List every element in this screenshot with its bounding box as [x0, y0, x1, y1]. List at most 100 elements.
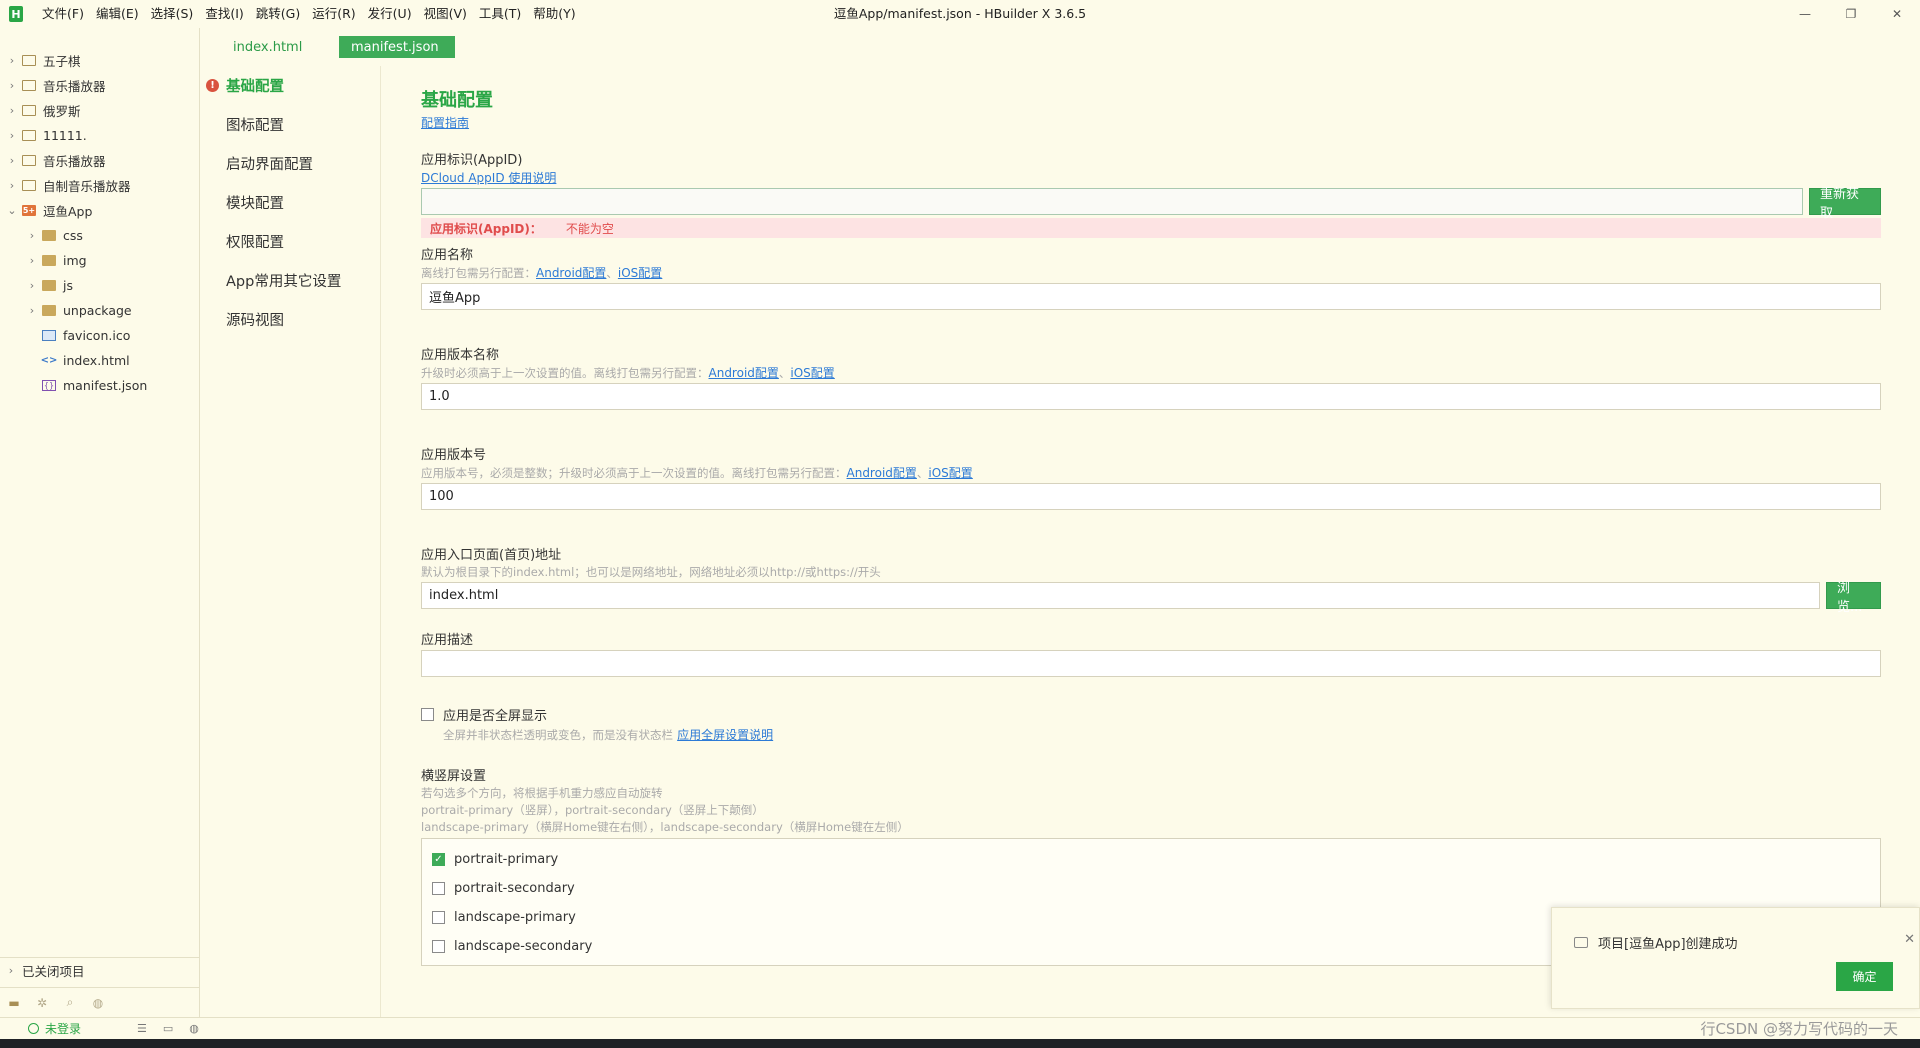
entry-page-input[interactable]: index.html	[421, 582, 1820, 609]
folder-icon	[42, 305, 56, 316]
tab-manifest-json[interactable]: manifest.json	[339, 36, 455, 58]
menu-item[interactable]: 查找(I)	[199, 0, 249, 28]
minimize-button[interactable]: —	[1782, 0, 1828, 28]
tab-index-html[interactable]: index.html	[221, 36, 337, 58]
refresh-appid-button[interactable]: 重新获取	[1809, 187, 1881, 221]
tree-item[interactable]: {} manifest.json	[0, 373, 199, 398]
palette-icon[interactable]: ◍	[90, 996, 106, 1010]
fullscreen-checkbox[interactable]	[421, 708, 434, 721]
terminal-icon[interactable]: ▭	[163, 1022, 173, 1035]
bug-icon[interactable]: ✲	[34, 996, 50, 1010]
nav-splash-config[interactable]: 启动界面配置	[201, 144, 380, 183]
json-file-icon: {}	[42, 380, 56, 391]
palette-icon[interactable]: ◍	[189, 1022, 199, 1035]
orientation-hint-1: 若勾选多个方向，将根据手机重力感应自动旋转	[421, 786, 663, 800]
tree-item[interactable]: › 自制音乐播放器	[0, 173, 199, 198]
config-guide-link[interactable]: 配置指南	[421, 116, 469, 130]
menu-item[interactable]: 选择(S)	[145, 0, 200, 28]
appid-help-link[interactable]: DCloud AppID 使用说明	[421, 171, 556, 185]
project-folder-icon	[22, 180, 36, 191]
appid-input[interactable]	[421, 188, 1803, 215]
nav-basic-config[interactable]: ! 基础配置	[201, 66, 380, 105]
tree-item[interactable]: › 俄罗斯	[0, 98, 199, 123]
orientation-option[interactable]: portrait-secondary	[432, 874, 1880, 903]
option-label: portrait-secondary	[454, 881, 575, 896]
folder-icon	[42, 255, 56, 266]
menu-item[interactable]: 工具(T)	[473, 0, 527, 28]
nav-icon-config[interactable]: 图标配置	[201, 105, 380, 144]
menu-item[interactable]: 运行(R)	[306, 0, 361, 28]
chevron-right-icon: ›	[29, 304, 35, 317]
app-name-input[interactable]: 逗鱼App	[421, 283, 1881, 310]
os-taskbar	[0, 1039, 1920, 1048]
checkbox[interactable]	[432, 940, 445, 953]
version-code-hint: 应用版本号，必须是整数；升级时必须高于上一次设置的值。离线打包需另行配置：	[421, 466, 847, 480]
folder-icon[interactable]: ▬	[6, 996, 22, 1010]
toast-ok-button[interactable]: 确定	[1836, 962, 1893, 991]
tree-item-label: index.html	[63, 353, 130, 368]
closed-projects-label: 已关闭项目	[22, 964, 85, 979]
menu-item[interactable]: 文件(F)	[36, 0, 90, 28]
menu-item[interactable]: 跳转(G)	[250, 0, 306, 28]
app-name-ios-link[interactable]: iOS配置	[618, 266, 662, 280]
tree-item-label: manifest.json	[63, 378, 148, 393]
version-code-input[interactable]: 100	[421, 483, 1881, 510]
tree-item[interactable]: › unpackage	[0, 298, 199, 323]
nav-permission-config[interactable]: 权限配置	[201, 222, 380, 261]
list-icon[interactable]: ☰	[137, 1022, 147, 1035]
menu-item[interactable]: 帮助(Y)	[527, 0, 581, 28]
tree-item-label: unpackage	[63, 303, 132, 318]
tree-item[interactable]: › 11111.	[0, 123, 199, 148]
nav-module-config[interactable]: 模块配置	[201, 183, 380, 222]
error-field-name: 应用标识(AppID)：	[430, 221, 542, 236]
toast-close-icon[interactable]: ✕	[1904, 932, 1915, 947]
tree-item[interactable]: › img	[0, 248, 199, 273]
menu-item[interactable]: 视图(V)	[418, 0, 473, 28]
checkbox[interactable]	[432, 882, 445, 895]
description-input[interactable]	[421, 650, 1881, 677]
tree-item[interactable]: favicon.ico	[0, 323, 199, 348]
nav-source-view[interactable]: 源码视图	[201, 300, 380, 339]
version-code-android-link[interactable]: Android配置	[847, 466, 917, 480]
nav-app-other-settings[interactable]: App常用其它设置	[201, 261, 380, 300]
tree-item[interactable]: › 音乐播放器	[0, 148, 199, 173]
tree-item-label: js	[63, 278, 73, 293]
app-name-android-link[interactable]: Android配置	[536, 266, 606, 280]
html-file-icon: <>	[40, 355, 58, 366]
menu-item[interactable]: 发行(U)	[362, 0, 418, 28]
orientation-option[interactable]: ✓ portrait-primary	[432, 845, 1880, 874]
folder-icon	[42, 280, 56, 291]
version-code-label: 应用版本号	[421, 448, 487, 463]
version-name-ios-link[interactable]: iOS配置	[790, 366, 834, 380]
orientation-hint-3: landscape-primary（横屏Home键在右侧），landscape-…	[421, 820, 909, 834]
fullscreen-help-link[interactable]: 应用全屏设置说明	[677, 728, 773, 742]
tree-item-label: css	[63, 228, 83, 243]
close-button[interactable]: ✕	[1874, 0, 1920, 28]
folder-icon	[42, 230, 56, 241]
version-name-input[interactable]: 1.0	[421, 383, 1881, 410]
menu-item[interactable]: 编辑(E)	[90, 0, 145, 28]
hbuilder-logo-icon: H	[9, 6, 23, 22]
checkbox-checked-icon[interactable]: ✓	[432, 853, 445, 866]
tree-item[interactable]: <> index.html	[0, 348, 199, 373]
notification-toast: 项目[逗鱼App]创建成功 ✕ 确定	[1551, 907, 1920, 1009]
tree-item[interactable]: › css	[0, 223, 199, 248]
tree-item[interactable]: › 音乐播放器	[0, 73, 199, 98]
version-name-android-link[interactable]: Android配置	[709, 366, 779, 380]
tree-item[interactable]: › 五子棋	[0, 48, 199, 73]
tree-item-label: favicon.ico	[63, 328, 131, 343]
search-icon[interactable]: ⌕	[62, 995, 78, 1010]
closed-projects-section[interactable]: › 已关闭项目	[0, 957, 200, 983]
explorer-toolbar: ▬ ✲ ⌕ ◍	[0, 987, 200, 1017]
version-code-ios-link[interactable]: iOS配置	[928, 466, 972, 480]
restore-button[interactable]: ❐	[1828, 0, 1874, 28]
error-message: 不能为空	[565, 221, 614, 236]
description-label: 应用描述	[421, 633, 474, 648]
checkbox[interactable]	[432, 911, 445, 924]
tree-item[interactable]: › js	[0, 273, 199, 298]
window-controls: — ❐ ✕	[1782, 0, 1920, 28]
login-status[interactable]: 未登录	[28, 1020, 81, 1037]
browse-button[interactable]: 浏览...	[1826, 581, 1881, 615]
status-right-text: 行CSDN @努力写代码的一天	[1700, 1020, 1898, 1038]
tree-item[interactable]: ⌄ 5+ 逗鱼App	[0, 198, 199, 223]
